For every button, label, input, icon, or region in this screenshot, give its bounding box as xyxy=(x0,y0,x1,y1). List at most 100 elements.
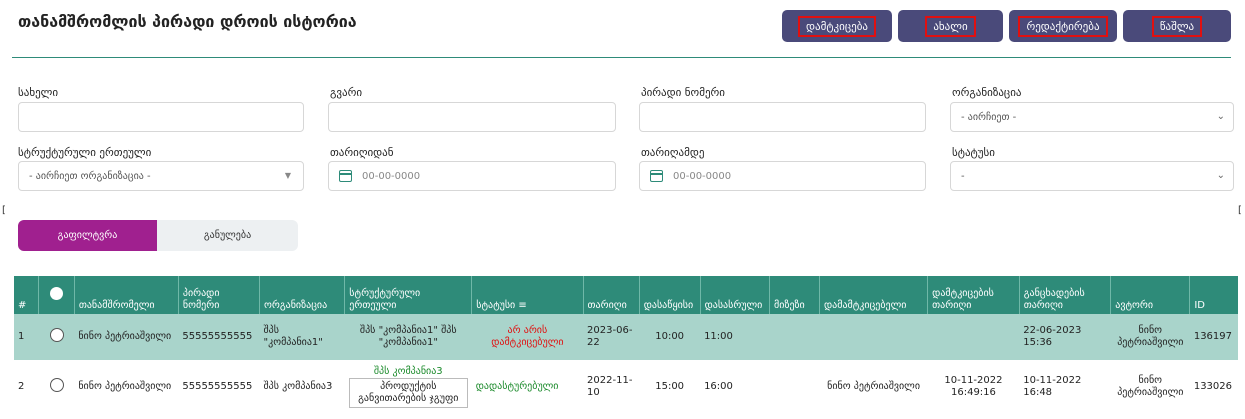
row-date: 2023-06-22 xyxy=(587,325,633,348)
row-end: 11:00 xyxy=(704,331,733,342)
personal-number-input[interactable] xyxy=(639,102,926,132)
col-start[interactable]: დასაწყისი xyxy=(639,276,701,314)
personal-number-label: პირადი ნომერი xyxy=(641,86,725,99)
title-divider xyxy=(12,57,1231,58)
structural-unit-select[interactable]: - აირჩიეთ ორგანიზაცია - ▼ xyxy=(18,161,304,191)
col-select-all[interactable] xyxy=(38,276,75,314)
organization-label: ორგანიზაცია xyxy=(952,86,1022,99)
date-from-input[interactable]: 00-00-0000 xyxy=(328,161,616,191)
row-select-cell[interactable] xyxy=(39,314,74,360)
status-label: სტატუსი xyxy=(952,146,995,159)
col-reason[interactable]: მიზეზი xyxy=(769,276,820,314)
col-structural-unit[interactable]: სტრუქტურული ერთეული xyxy=(344,276,473,314)
col-end[interactable]: დასასრული xyxy=(700,276,771,314)
approve-button-label: დამტკიცება xyxy=(798,15,876,37)
row-number: 1 xyxy=(18,331,25,342)
row-select-radio[interactable] xyxy=(49,377,64,392)
new-button[interactable]: ახალი xyxy=(898,10,1003,42)
col-author[interactable]: ავტორი xyxy=(1110,276,1191,314)
col-personal-number[interactable]: პირადი ნომერი xyxy=(178,276,261,314)
col-employee[interactable]: თანამშრომელი xyxy=(74,276,179,314)
edit-button[interactable]: რედაქტირება xyxy=(1009,10,1117,42)
row-unit-box: პროდუქტის განვითარების ჯგუფი xyxy=(348,377,468,408)
date-to-placeholder: 00-00-0000 xyxy=(673,170,732,182)
reset-button[interactable]: განულება xyxy=(157,220,298,251)
first-name-input[interactable] xyxy=(18,102,304,132)
row-structural-unit: შპს კომპანია3 პროდუქტის განვითარების ჯგუ… xyxy=(345,360,472,413)
row-start: 15:00 xyxy=(655,380,685,392)
page: თანამშრომლის პირადი დროის ისტორია დამტკი… xyxy=(0,0,1245,419)
first-name-label: სახელი xyxy=(18,86,59,99)
col-number: # xyxy=(14,276,40,314)
status-select-value: - xyxy=(961,170,965,182)
row-unit-box: შპს "კომპანია1" შპს "კომპანია1" xyxy=(359,325,457,348)
row-personal-number: 55555555555 xyxy=(182,380,253,392)
edge-marker-left: [ xyxy=(2,205,6,216)
calendar-icon xyxy=(650,170,663,182)
row-approval-date xyxy=(928,314,1020,360)
calendar-icon xyxy=(339,170,352,182)
row-employee: ნინო პეტრიაშვილი xyxy=(78,331,172,342)
col-approver[interactable]: დამამტკიცებელი xyxy=(819,276,929,314)
row-date: 2022-11-10 xyxy=(587,374,633,398)
row-application-date: 10-11-2022 16:48 xyxy=(1023,374,1082,398)
sort-icon[interactable]: ≡ xyxy=(518,300,526,311)
row-status: არ არის დამტკიცებული xyxy=(491,325,564,348)
approve-button[interactable]: დამტკიცება xyxy=(782,10,892,42)
last-name-label: გვარი xyxy=(330,86,363,99)
row-select-radio[interactable] xyxy=(49,328,64,342)
row-select-cell[interactable] xyxy=(39,360,74,413)
row-organization: შპს კომპანია3 xyxy=(263,380,333,392)
col-approval-date[interactable]: დამტკიცების თარიღი xyxy=(927,276,1020,314)
chevron-down-icon: ⌄ xyxy=(1216,111,1225,122)
row-approver: ნინო პეტრიაშვილი xyxy=(827,380,921,392)
row-reason xyxy=(770,314,820,360)
action-toolbar: დამტკიცება ახალი რედაქტირება წაშლა xyxy=(782,10,1231,42)
select-all-radio[interactable] xyxy=(50,286,64,300)
row-structural-unit: შპს "კომპანია1" შპს "კომპანია1" xyxy=(345,314,472,360)
edge-marker-right: [ xyxy=(1238,205,1242,216)
history-table: # თანამშრომელი პირადი ნომერი ორგანიზაცია… xyxy=(14,276,1238,413)
structural-unit-label: სტრუქტურული ერთეული xyxy=(18,146,152,159)
col-application-date[interactable]: განცხადების თარიღი xyxy=(1019,276,1112,314)
row-application-date: 22-06-2023 15:36 xyxy=(1023,325,1082,348)
row-unit-parent: შპს კომპანია3 xyxy=(373,365,443,377)
row-id: 133026 xyxy=(1193,380,1233,392)
organization-select[interactable]: - აირჩიეთ - ⌄ xyxy=(950,102,1234,132)
col-date[interactable]: თარიღი xyxy=(583,276,640,314)
row-number: 2 xyxy=(18,380,25,392)
row-start: 10:00 xyxy=(655,331,685,342)
table-row[interactable]: 2 ნინო პეტრიაშვილი 55555555555 შპს კომპა… xyxy=(14,360,1238,413)
status-select[interactable]: - ⌄ xyxy=(950,161,1234,191)
date-to-input[interactable]: 00-00-0000 xyxy=(639,161,926,191)
row-organization: შპს "კომპანია1" xyxy=(263,325,323,348)
delete-button[interactable]: წაშლა xyxy=(1123,10,1231,42)
table-row[interactable]: 1 ნინო პეტრიაშვილი 55555555555 შპს "კომპ… xyxy=(14,314,1238,360)
row-reason xyxy=(770,360,820,413)
chevron-down-icon: ⌄ xyxy=(1216,170,1225,181)
col-id[interactable]: ID xyxy=(1190,276,1238,314)
col-organization[interactable]: ორგანიზაცია xyxy=(259,276,346,314)
row-approval-date: 10-11-2022 16:49:16 xyxy=(944,374,1003,398)
col-status[interactable]: სტატუსი ≡ xyxy=(471,276,584,314)
row-author: ნინო პეტრიაშვილი xyxy=(1117,374,1184,398)
structural-unit-select-value: - აირჩიეთ ორგანიზაცია - xyxy=(29,170,151,182)
organization-select-value: - აირჩიეთ - xyxy=(961,111,1017,123)
row-approver xyxy=(819,314,927,360)
date-from-label: თარიღიდან xyxy=(330,146,394,159)
row-author: ნინო პეტრიაშვილი xyxy=(1117,325,1184,348)
row-status: დადასტურებული xyxy=(475,380,559,392)
table-header-row: # თანამშრომელი პირადი ნომერი ორგანიზაცია… xyxy=(14,276,1238,314)
col-status-label: სტატუსი xyxy=(476,300,516,311)
edit-button-label: რედაქტირება xyxy=(1018,15,1108,37)
row-id: 136197 xyxy=(1193,331,1233,342)
last-name-input[interactable] xyxy=(328,102,616,132)
new-button-label: ახალი xyxy=(925,15,976,37)
delete-button-label: წაშლა xyxy=(1151,15,1203,37)
caret-down-icon: ▼ xyxy=(284,171,291,180)
page-title: თანამშრომლის პირადი დროის ისტორია xyxy=(18,12,357,31)
date-from-placeholder: 00-00-0000 xyxy=(362,170,421,182)
date-to-label: თარიღამდე xyxy=(641,146,705,159)
filter-button[interactable]: გაფილტვრა xyxy=(18,220,157,251)
row-employee: ნინო პეტრიაშვილი xyxy=(78,380,172,392)
